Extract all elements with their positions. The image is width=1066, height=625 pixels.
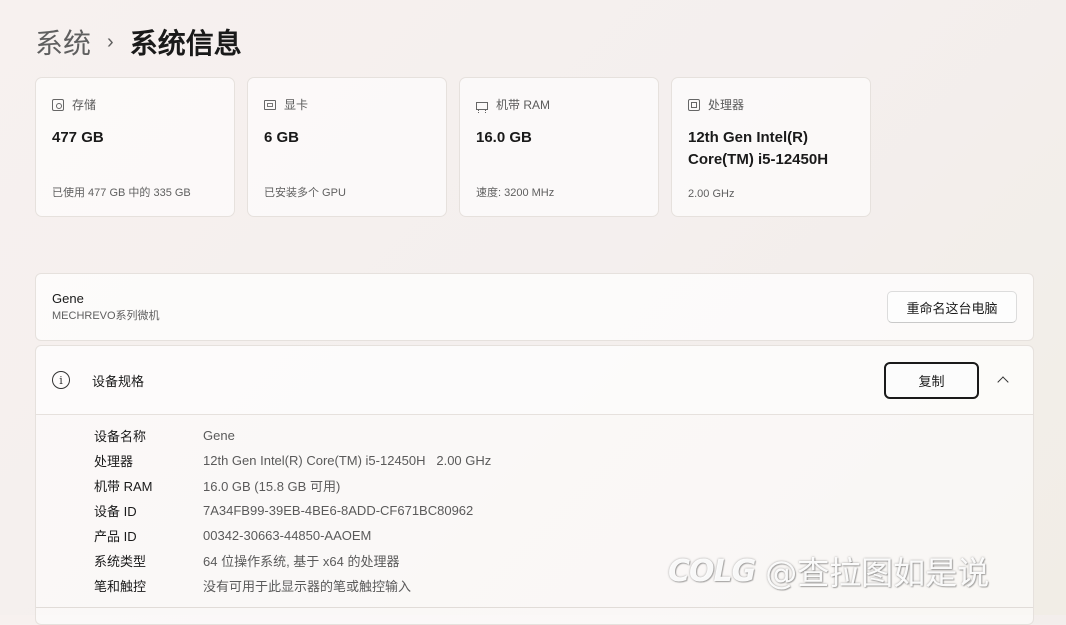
card-value: 12th Gen Intel(R) Core(TM) i5-12450H bbox=[688, 129, 829, 168]
card-header: 机带 RAM bbox=[476, 96, 642, 113]
spec-row: 机带 RAM 16.0 GB (15.8 GB 可用) bbox=[36, 473, 1033, 498]
card-title: 存储 bbox=[72, 98, 97, 112]
device-name-row: Gene MECHREVO系列微机 重命名这台电脑 bbox=[35, 273, 1034, 341]
card-ram[interactable]: 机带 RAM 16.0 GB 速度: 3200 MHz bbox=[459, 77, 659, 217]
spec-label: 处理器 bbox=[94, 454, 134, 469]
card-value: 477 GB bbox=[52, 129, 104, 146]
specs-header[interactable]: i 设备规格 复制 bbox=[36, 346, 1033, 415]
device-model: MECHREVO系列微机 bbox=[52, 310, 160, 322]
cpu-icon bbox=[688, 98, 700, 111]
specs-title: 设备规格 bbox=[92, 373, 145, 389]
spec-label: 设备名称 bbox=[94, 429, 147, 444]
card-header: 处理器 bbox=[688, 96, 854, 113]
spec-row: 系统类型 64 位操作系统, 基于 x64 的处理器 bbox=[36, 548, 1033, 573]
card-value: 16.0 GB bbox=[476, 129, 532, 146]
card-gpu[interactable]: 显卡 6 GB 已安装多个 GPU bbox=[247, 77, 447, 217]
gpu-icon bbox=[264, 100, 276, 110]
chevron-right-icon: › bbox=[107, 30, 114, 53]
card-header: 存储 bbox=[52, 96, 218, 113]
card-value: 6 GB bbox=[264, 129, 300, 146]
card-subtitle: 速度: 3200 MHz bbox=[476, 187, 555, 199]
rename-pc-button[interactable]: 重命名这台电脑 bbox=[887, 291, 1017, 323]
spec-value: 16.0 GB (15.8 GB 可用) bbox=[203, 479, 341, 494]
device-specs-section: i 设备规格 复制 设备名称 Gene 处理器 12th Gen Intel(R… bbox=[35, 345, 1034, 625]
card-cpu[interactable]: 处理器 12th Gen Intel(R) Core(TM) i5-12450H… bbox=[671, 77, 871, 217]
spec-label: 设备 ID bbox=[94, 504, 137, 519]
copy-button[interactable]: 复制 bbox=[884, 361, 979, 399]
card-title: 显卡 bbox=[284, 98, 309, 112]
spec-value: Gene bbox=[203, 428, 235, 443]
storage-icon bbox=[52, 98, 64, 111]
breadcrumb-parent-system[interactable]: 系统 bbox=[35, 22, 91, 62]
spec-row: 笔和触控 没有可用于此显示器的笔或触控输入 bbox=[36, 573, 1033, 598]
card-storage[interactable]: 存储 477 GB 已使用 477 GB 中的 335 GB bbox=[35, 77, 235, 217]
spec-value: 没有可用于此显示器的笔或触控输入 bbox=[203, 579, 412, 594]
info-icon: i bbox=[52, 371, 70, 389]
spec-label: 产品 ID bbox=[94, 529, 137, 544]
spec-row: 处理器 12th Gen Intel(R) Core(TM) i5-12450H… bbox=[36, 448, 1033, 473]
spec-row: 产品 ID 00342-30663-44850-AAOEM bbox=[36, 523, 1033, 548]
ram-icon bbox=[476, 101, 488, 113]
device-name: Gene bbox=[52, 291, 84, 306]
card-subtitle: 已使用 477 GB 中的 335 GB bbox=[52, 187, 191, 199]
card-title: 处理器 bbox=[708, 98, 745, 112]
spec-list: 设备名称 Gene 处理器 12th Gen Intel(R) Core(TM)… bbox=[36, 415, 1033, 598]
spec-row: 设备 ID 7A34FB99-39EB-4BE6-8ADD-CF671BC809… bbox=[36, 498, 1033, 523]
spec-row: 设备名称 Gene bbox=[36, 423, 1033, 448]
spec-label: 机带 RAM bbox=[94, 479, 153, 494]
spec-value: 64 位操作系统, 基于 x64 的处理器 bbox=[203, 554, 400, 569]
card-subtitle: 已安装多个 GPU bbox=[264, 187, 346, 199]
spec-value: 7A34FB99-39EB-4BE6-8ADD-CF671BC80962 bbox=[203, 503, 474, 518]
page-title: 系统信息 bbox=[129, 28, 242, 59]
spec-label: 系统类型 bbox=[94, 554, 147, 569]
chevron-up-icon[interactable] bbox=[989, 366, 1017, 394]
spec-label: 笔和触控 bbox=[94, 579, 147, 594]
summary-cards: 存储 477 GB 已使用 477 GB 中的 335 GB 显卡 6 GB 已… bbox=[35, 77, 871, 217]
divider bbox=[36, 607, 1033, 608]
card-title: 机带 RAM bbox=[496, 98, 551, 112]
spec-value: 00342-30663-44850-AAOEM bbox=[203, 528, 372, 543]
card-subtitle: 2.00 GHz bbox=[688, 188, 735, 200]
device-info: Gene MECHREVO系列微机 bbox=[52, 290, 160, 324]
card-header: 显卡 bbox=[264, 96, 430, 113]
breadcrumb: 系统 › 系统信息 bbox=[35, 22, 242, 62]
spec-value: 12th Gen Intel(R) Core(TM) i5-12450H 2.0… bbox=[203, 453, 492, 468]
